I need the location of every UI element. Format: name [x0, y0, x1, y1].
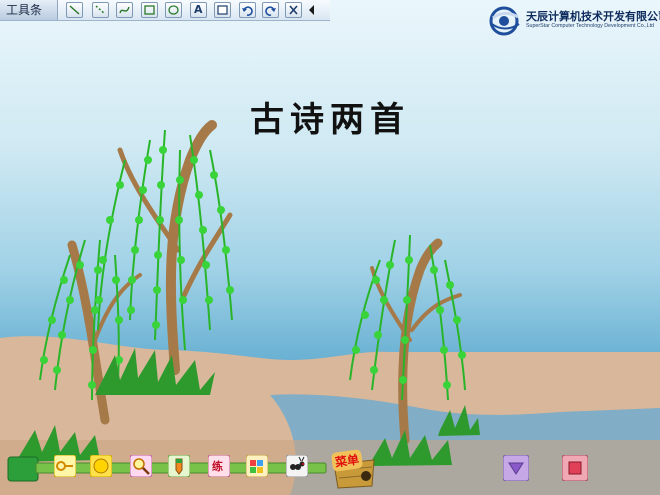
clear-tool-button[interactable] — [285, 2, 302, 18]
redo-tool-button[interactable] — [262, 2, 279, 18]
fill-tool-button[interactable] — [214, 2, 231, 18]
lesson-stage: 工具条 A 天辰计算机技术开发有限公司 SuperStar Computer T… — [0, 0, 660, 495]
practice-label: 练 — [212, 460, 223, 473]
freehand-tool-button[interactable] — [116, 2, 133, 18]
menu-button[interactable]: 菜单 — [328, 446, 380, 490]
undo-icon — [242, 6, 253, 16]
stop-icon — [561, 454, 589, 482]
rectangle-tool-button[interactable] — [141, 2, 158, 18]
pen-icon — [167, 454, 191, 478]
company-name: 天辰计算机技术开发有限公司 — [526, 10, 660, 23]
ant-icon — [285, 454, 309, 478]
puzzle-button[interactable] — [245, 454, 269, 478]
stop-button[interactable] — [561, 454, 589, 482]
magnifier-icon — [129, 454, 153, 478]
key-icon — [53, 454, 77, 478]
rectangle-icon — [144, 5, 155, 15]
company-subtitle: SuperStar Computer Technology Developmen… — [526, 23, 654, 29]
drawing-toolbar: 工具条 A — [0, 0, 330, 21]
line-icon — [69, 5, 80, 15]
close-icon — [289, 5, 298, 15]
ant-button[interactable] — [285, 454, 309, 478]
collapse-arrow-icon[interactable] — [308, 4, 316, 16]
practice-button[interactable]: 练 — [208, 455, 230, 477]
toolbar-label: 工具条 — [0, 0, 58, 20]
ellipse-icon — [168, 5, 179, 15]
fill-icon — [217, 5, 228, 15]
magnifier-button[interactable] — [129, 454, 153, 478]
text-tool-glyph: A — [194, 3, 203, 16]
freehand-icon — [119, 6, 130, 14]
ellipse-tool-button[interactable] — [165, 2, 182, 18]
pen-button[interactable] — [167, 454, 191, 478]
undo-tool-button[interactable] — [239, 2, 256, 18]
page-title: 古诗两首 — [250, 100, 410, 140]
triangle-down-icon — [502, 454, 530, 482]
sun-icon — [89, 454, 113, 478]
dashed-line-tool-button[interactable] — [92, 2, 109, 18]
text-tool-button[interactable]: A — [190, 2, 207, 18]
redo-icon — [265, 6, 276, 16]
company-logo-emblem — [489, 6, 520, 36]
line-tool-button[interactable] — [66, 2, 83, 18]
next-page-button[interactable] — [502, 454, 530, 482]
bottom-tool-strip — [7, 456, 327, 482]
willow-scene — [0, 120, 660, 495]
puzzle-icon — [245, 454, 269, 478]
key-button[interactable] — [53, 454, 77, 478]
company-logo: 天辰计算机技术开发有限公司 SuperStar Computer Technol… — [488, 6, 660, 36]
sun-button[interactable] — [89, 454, 113, 478]
dashed-line-icon — [95, 5, 106, 15]
